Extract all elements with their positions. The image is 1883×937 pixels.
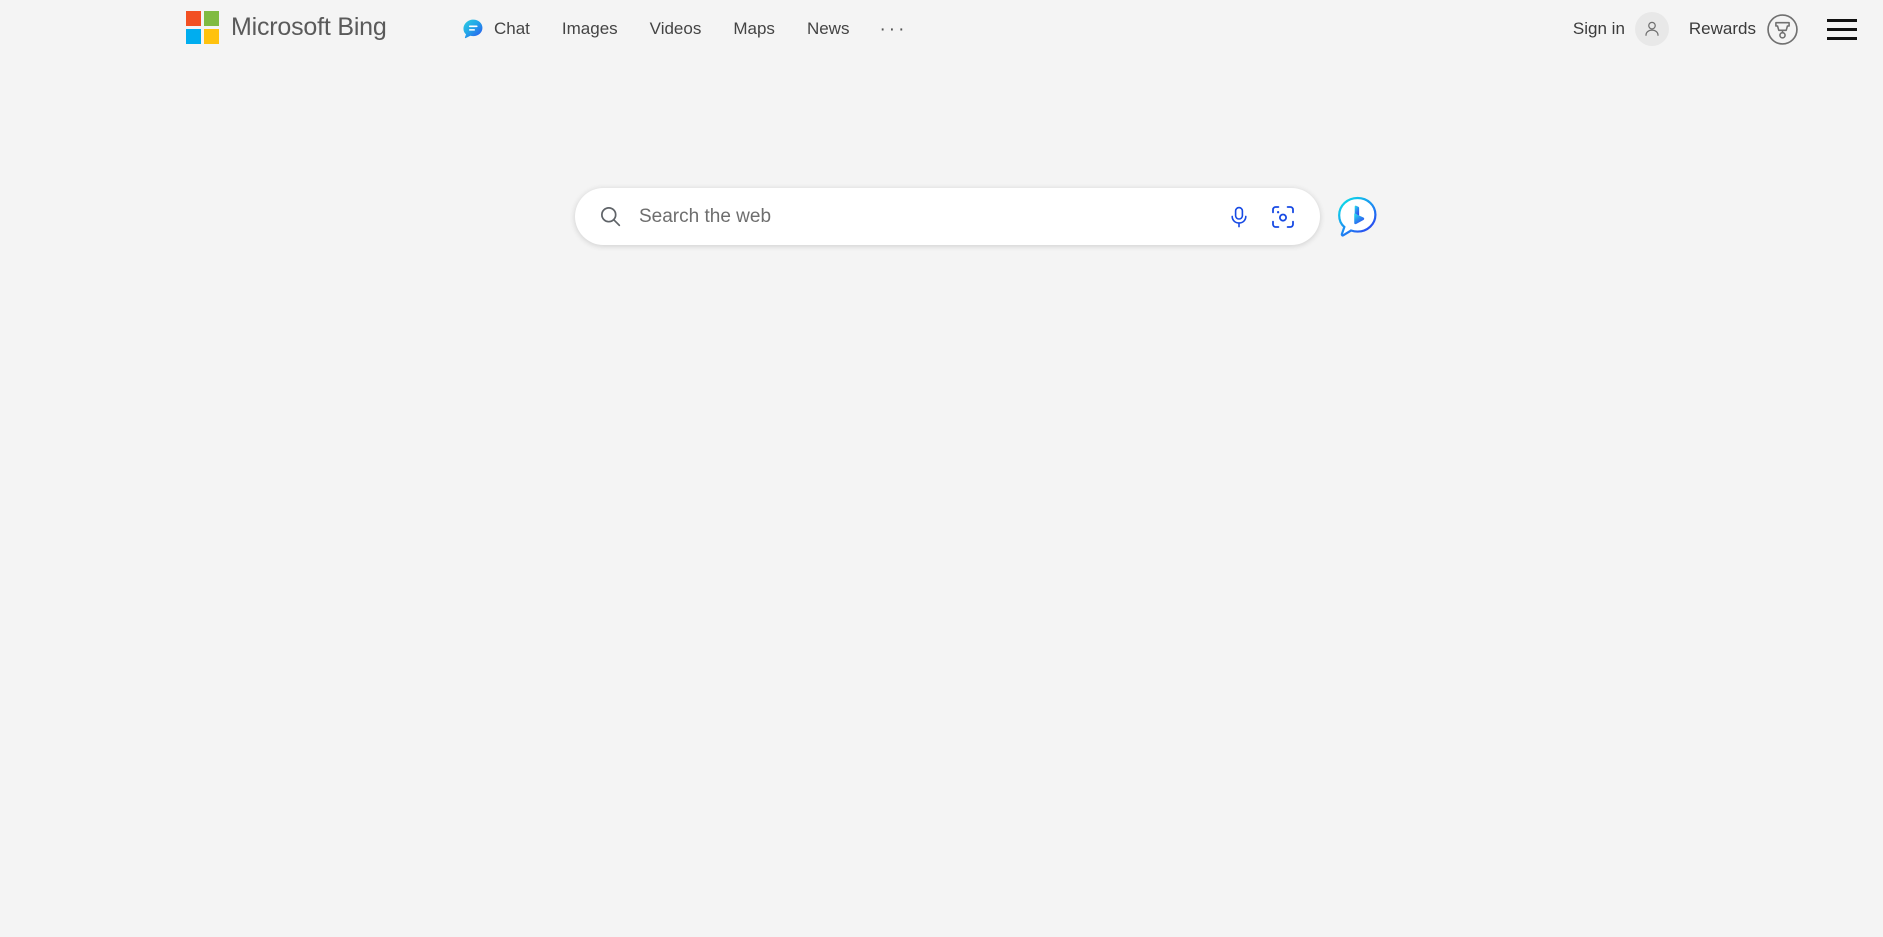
nav-item-images-label: Images	[562, 9, 618, 49]
microsoft-logo-square-red	[186, 11, 201, 26]
sign-in-label: Sign in	[1573, 19, 1625, 39]
search-box[interactable]	[575, 188, 1320, 245]
search-icon	[599, 205, 622, 228]
primary-navigation: Chat Images Videos Maps News ···	[462, 0, 921, 58]
hamburger-bar-3	[1827, 37, 1857, 40]
brand-title: Microsoft Bing	[231, 11, 387, 44]
microsoft-logo-icon	[186, 11, 219, 44]
nav-item-news-label: News	[807, 9, 850, 49]
page-header: Microsoft Bing Chat Images	[0, 0, 1883, 58]
microsoft-logo-square-green	[204, 11, 219, 26]
nav-item-images[interactable]: Images	[546, 9, 634, 49]
microphone-icon	[1227, 205, 1251, 229]
visual-search-camera-icon	[1270, 204, 1296, 230]
bing-chat-logo-icon[interactable]	[1334, 194, 1380, 240]
search-input[interactable]	[639, 188, 1214, 245]
sign-in-button[interactable]: Sign in	[1563, 7, 1679, 51]
hamburger-bar-1	[1827, 19, 1857, 22]
nav-item-videos-label: Videos	[650, 9, 702, 49]
header-right-group: Sign in Rewards	[1563, 0, 1859, 58]
nav-item-maps-label: Maps	[733, 9, 775, 49]
bing-brand-logo[interactable]: Microsoft Bing	[186, 11, 387, 44]
microsoft-logo-square-blue	[186, 29, 201, 44]
nav-item-chat-label: Chat	[494, 9, 530, 49]
voice-search-button[interactable]	[1224, 202, 1254, 232]
hamburger-menu-icon[interactable]	[1827, 7, 1859, 51]
nav-item-chat[interactable]: Chat	[462, 9, 546, 49]
microsoft-logo-square-yellow	[204, 29, 219, 44]
hamburger-bar-2	[1827, 28, 1857, 31]
chat-bubble-icon	[462, 18, 484, 40]
ellipsis-icon[interactable]: ···	[865, 9, 921, 49]
rewards-label: Rewards	[1689, 19, 1756, 39]
search-area	[575, 188, 1380, 245]
rewards-button[interactable]: Rewards	[1679, 7, 1809, 51]
person-icon	[1642, 19, 1662, 39]
search-action-icons	[1224, 202, 1298, 232]
visual-search-button[interactable]	[1268, 202, 1298, 232]
nav-item-videos[interactable]: Videos	[634, 9, 718, 49]
nav-item-maps[interactable]: Maps	[717, 9, 791, 49]
avatar	[1635, 12, 1669, 46]
nav-item-news[interactable]: News	[791, 9, 866, 49]
rewards-medal-icon	[1766, 13, 1799, 46]
